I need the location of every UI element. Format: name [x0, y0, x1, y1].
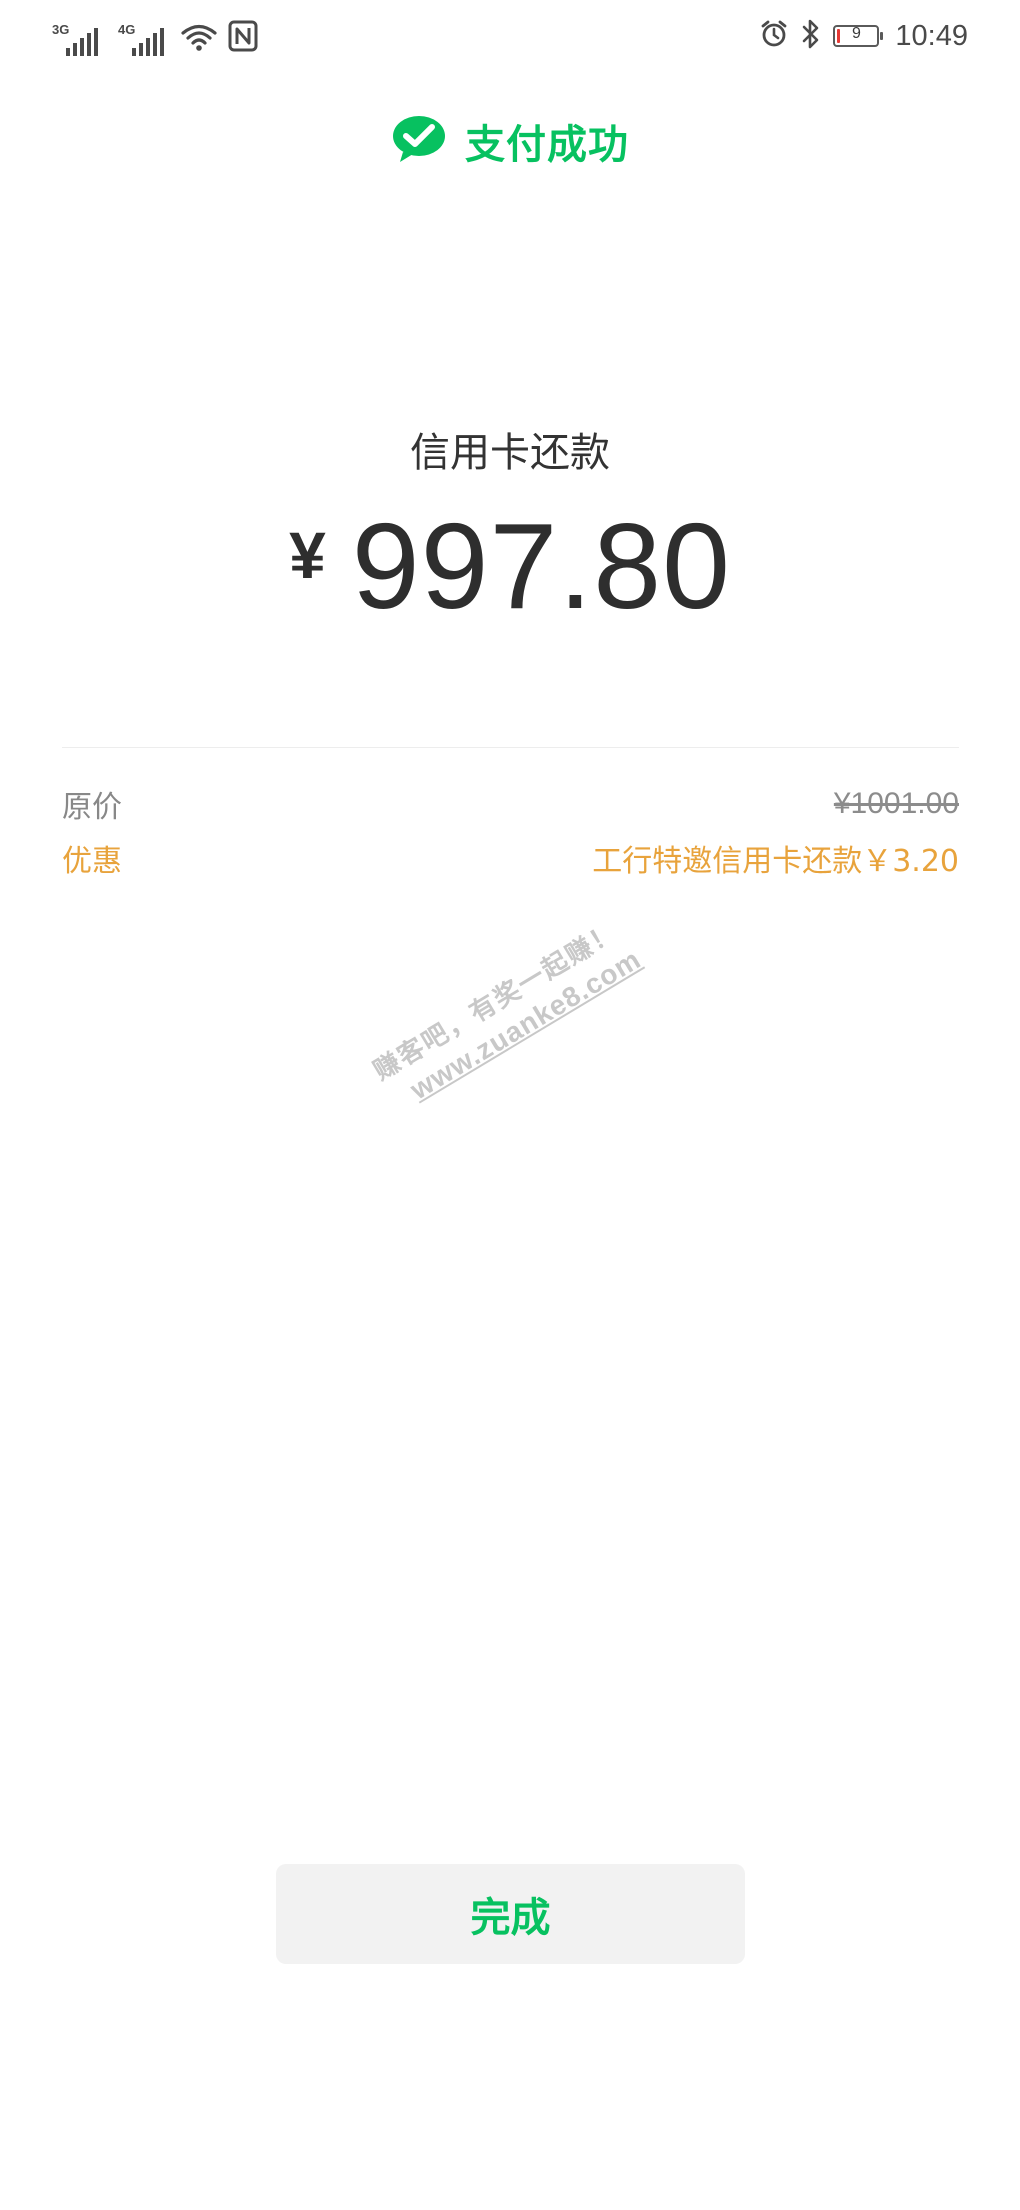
- discount-value: 工行特邀信用卡还款￥3.20: [592, 844, 959, 879]
- watermark: 赚客吧，有奖一起赚！ www.zuanke8.com: [368, 913, 647, 1118]
- merchant-name: 信用卡还款: [410, 430, 610, 476]
- done-button[interactable]: 完成: [276, 1864, 745, 1964]
- discount-label: 优惠: [62, 844, 122, 879]
- bluetooth-icon: [801, 18, 821, 54]
- sim1-network-type: 3G: [52, 22, 70, 37]
- battery-level: 9: [851, 25, 861, 42]
- currency-symbol: ¥: [289, 518, 326, 592]
- alarm-icon: [759, 19, 789, 53]
- amount-value: 997.80: [351, 498, 731, 634]
- original-price-label: 原价: [62, 790, 122, 825]
- nfc-icon: [228, 20, 258, 56]
- sim2-network-type: 4G: [118, 22, 136, 37]
- wechat-pay-icon: [391, 114, 447, 168]
- status-bar: 3G 4G 9 10:49: [0, 0, 1020, 72]
- payment-amount: ¥ 997.80: [0, 505, 1020, 627]
- payment-status-title: 支付成功: [465, 122, 629, 168]
- status-bar-left: 3G 4G: [52, 16, 258, 56]
- original-price-row: 原价 ¥1001.00: [62, 782, 959, 826]
- original-price-value: ¥1001.00: [833, 787, 959, 820]
- wifi-icon: [180, 22, 218, 56]
- payment-status-header: 支付成功: [0, 112, 1020, 170]
- battery-icon: 9: [833, 25, 884, 47]
- signal-icon: [66, 28, 98, 56]
- divider: [62, 747, 959, 748]
- clock: 10:49: [895, 19, 968, 52]
- signal-icon: [132, 28, 164, 56]
- sim1-signal: 3G: [52, 22, 98, 56]
- sim2-signal: 4G: [118, 22, 164, 56]
- discount-row: 优惠 工行特邀信用卡还款￥3.20: [62, 836, 959, 880]
- status-bar-right: 9 10:49: [759, 14, 968, 58]
